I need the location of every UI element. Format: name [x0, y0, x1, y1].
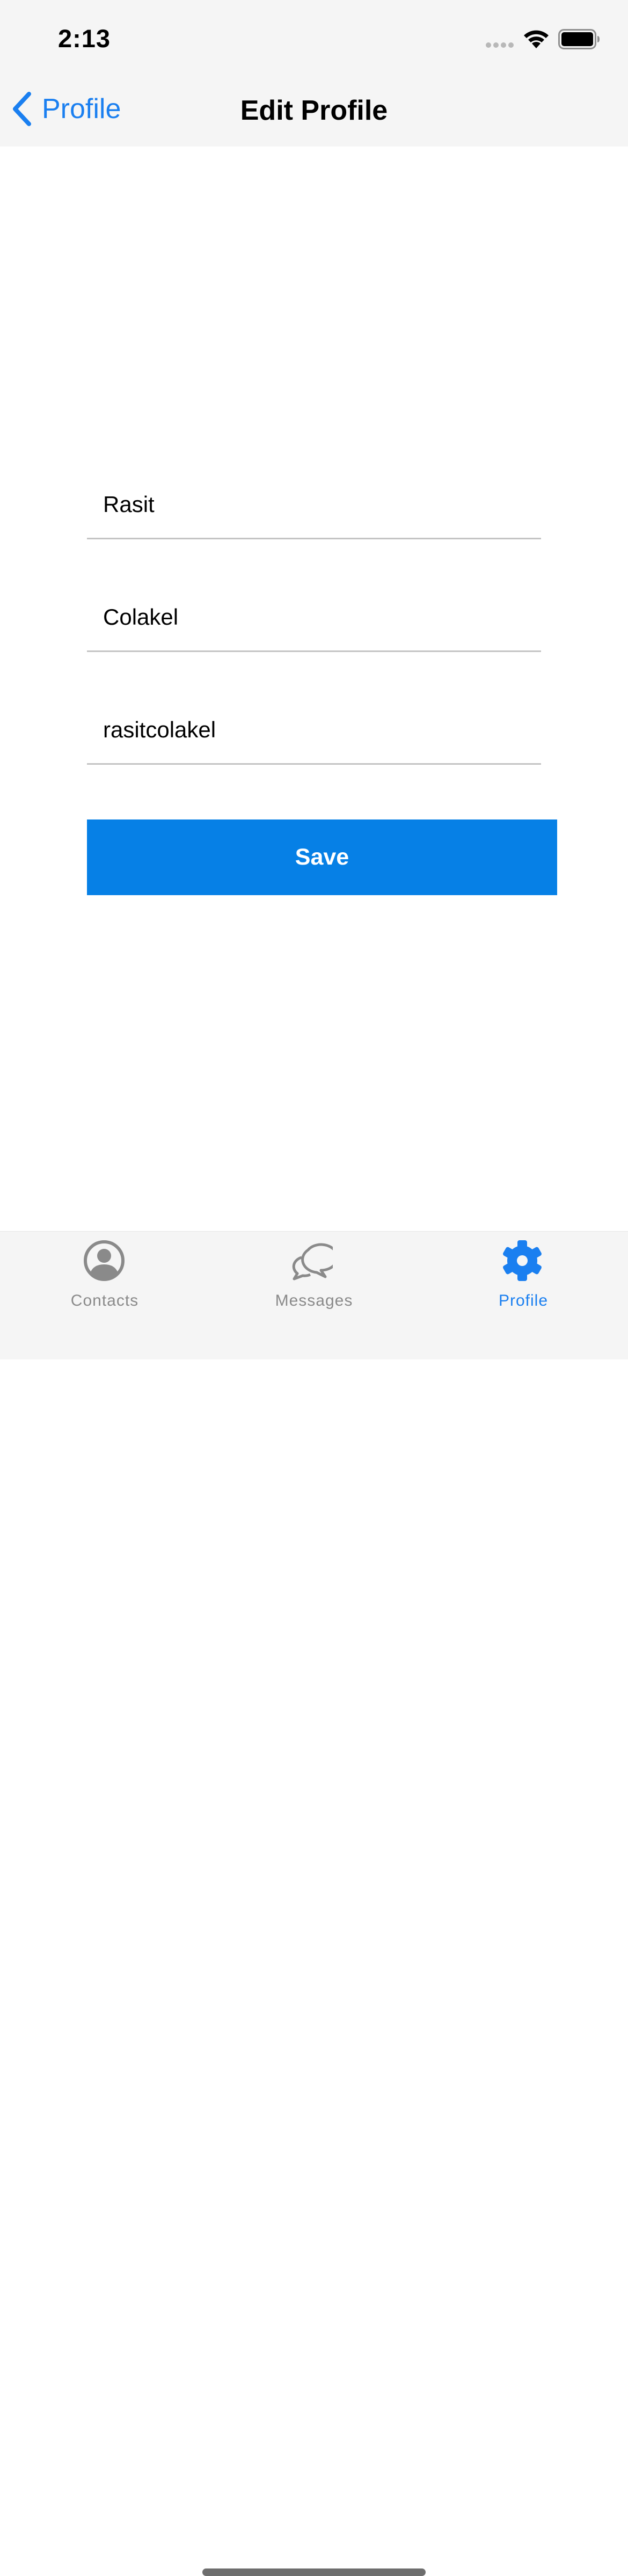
last-name-input[interactable] [103, 601, 527, 633]
home-indicator [202, 2568, 426, 2576]
chevron-left-icon [13, 92, 31, 126]
cellular-signal-icon [486, 42, 514, 48]
tab-profile[interactable]: Profile [419, 1232, 628, 1318]
tab-bar: Contacts Messages Profile [0, 1231, 628, 2576]
tab-contacts[interactable]: Contacts [0, 1232, 209, 1318]
navigation-bar: Edit Profile Profile [0, 75, 628, 147]
save-button[interactable]: Save [87, 819, 557, 895]
status-time: 2:13 [58, 24, 111, 53]
messages-icon [292, 1243, 333, 1280]
gear-icon [503, 1240, 542, 1281]
first-name-field [87, 467, 541, 539]
username-input[interactable] [103, 714, 527, 746]
battery-icon [558, 29, 600, 49]
status-bar: 2:13 [0, 0, 628, 75]
first-name-input[interactable] [103, 488, 527, 521]
contacts-icon [84, 1240, 125, 1281]
username-field [87, 692, 541, 765]
tab-messages-label: Messages [275, 1292, 353, 1309]
back-button[interactable]: Profile [11, 89, 121, 129]
back-button-label: Profile [42, 93, 121, 125]
tab-profile-label: Profile [498, 1292, 549, 1309]
wifi-icon [524, 30, 549, 48]
tab-contacts-label: Contacts [70, 1292, 139, 1309]
tab-messages[interactable]: Messages [209, 1232, 419, 1318]
last-name-field [87, 580, 541, 652]
